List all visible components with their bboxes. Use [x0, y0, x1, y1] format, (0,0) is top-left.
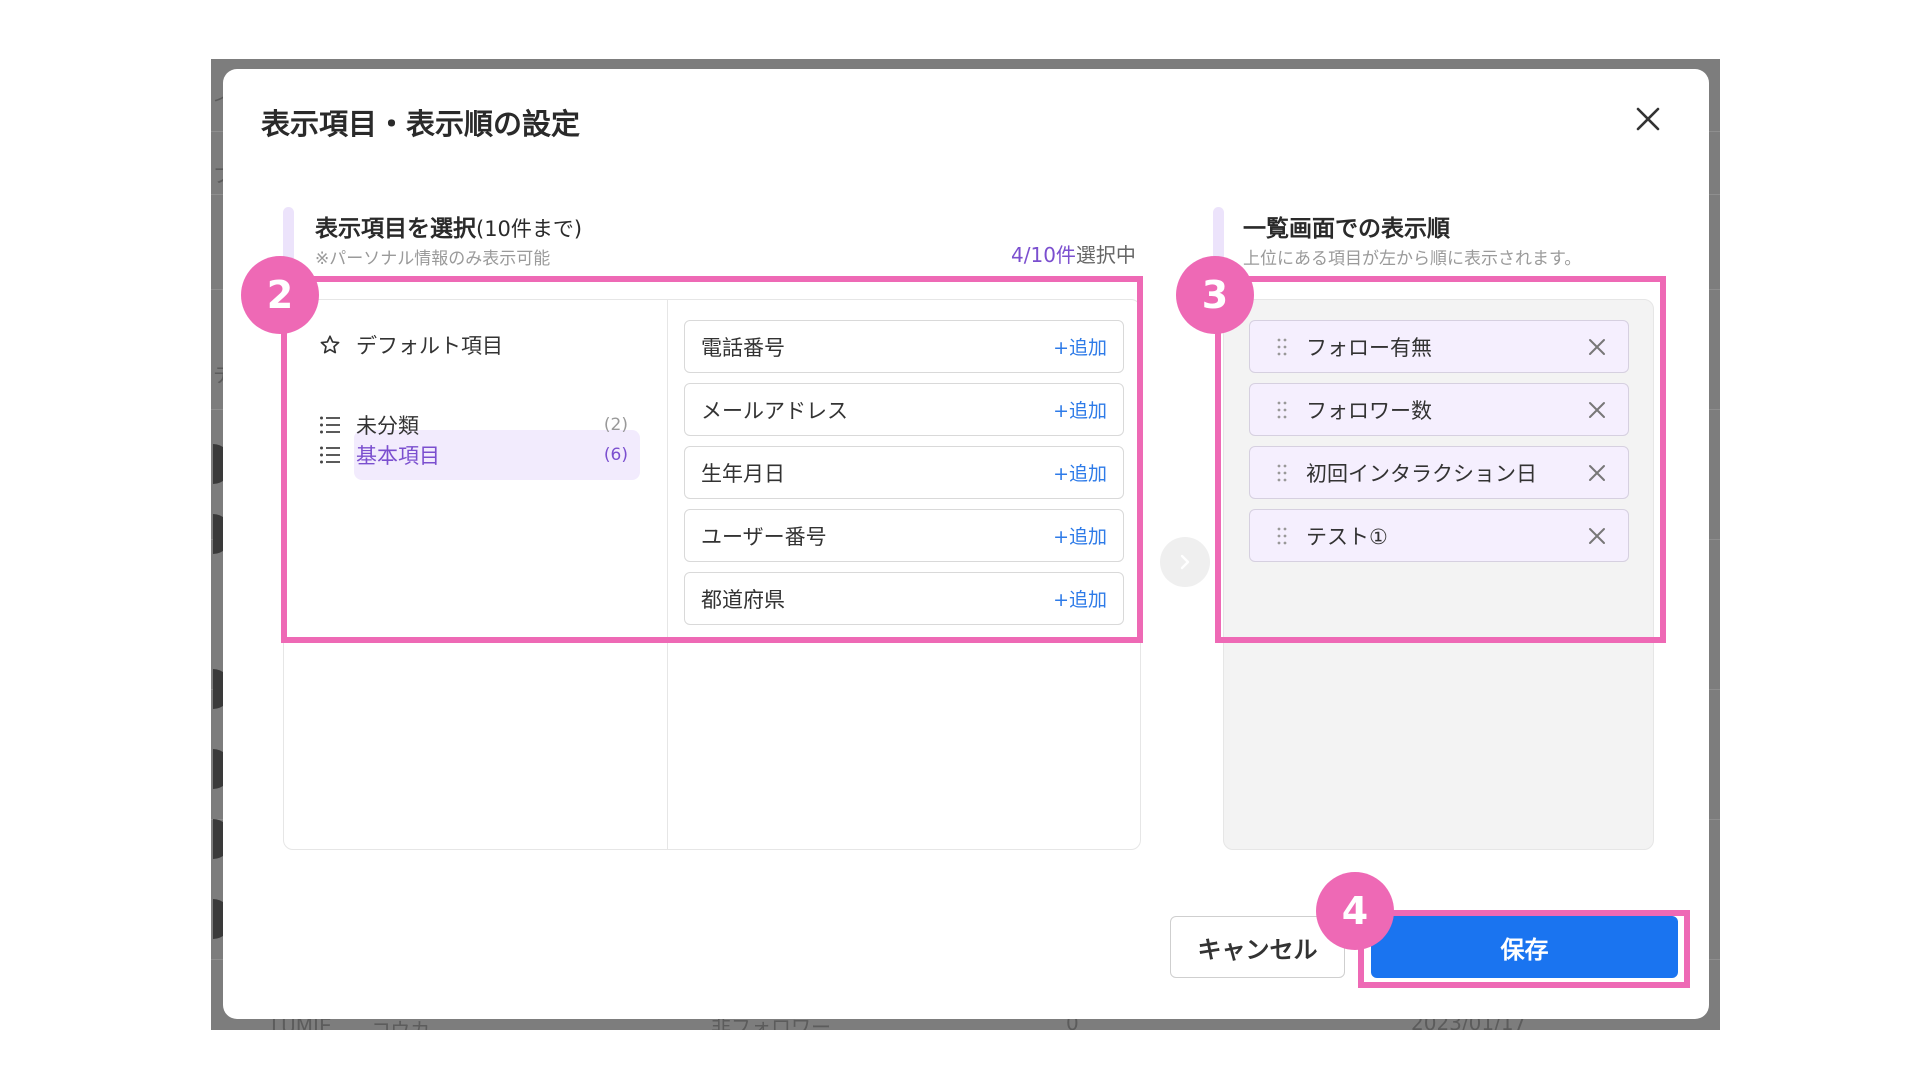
field-row: メールアドレス +追加 [684, 383, 1124, 436]
field-row: ユーザー番号 +追加 [684, 509, 1124, 562]
category-default[interactable]: デフォルト項目 [318, 320, 638, 370]
category-count: (6) [603, 445, 628, 465]
drag-handle-icon[interactable] [1274, 335, 1290, 359]
order-item-label: 初回インタラクション日 [1306, 461, 1537, 486]
category-label: デフォルト項目 [356, 334, 503, 358]
display-order-panel: フォロー有無 フォロワー数 初回インタラクション日 テスト① [1223, 299, 1654, 850]
chevron-right-icon [1180, 554, 1190, 570]
right-section-note: 上位にある項目が左から順に表示されます。 [1243, 249, 1582, 269]
field-label: 生年月日 [701, 461, 785, 486]
field-label: ユーザー番号 [701, 524, 827, 549]
settings-modal: 表示項目・表示順の設定 表示項目を選択(10件まで) ※パーソナル情報のみ表示可… [223, 69, 1709, 1019]
list-icon [318, 443, 342, 467]
order-item[interactable]: フォロー有無 [1249, 320, 1629, 373]
order-item-label: フォロワー数 [1306, 398, 1432, 423]
right-section-title: 一覧画面での表示順 [1243, 216, 1450, 242]
star-icon [318, 333, 342, 357]
step-badge: 2 [241, 256, 319, 334]
left-section-limit: (10件まで) [476, 217, 583, 241]
add-field-button[interactable]: +追加 [1053, 459, 1107, 486]
close-icon [1589, 401, 1605, 418]
selection-count-suffix: 選択中 [1075, 243, 1136, 267]
category-label: 基本項目 [356, 444, 440, 468]
close-button[interactable] [1628, 99, 1668, 139]
close-icon [1589, 338, 1605, 355]
field-selector-panel: デフォルト項目 未分類 (2) 基本項目 (6) 電話番号 +追加 メールアドレ… [283, 299, 1141, 850]
remove-item-button[interactable] [1584, 397, 1610, 423]
step-badge: 4 [1316, 872, 1394, 950]
order-item-label: テスト① [1306, 524, 1388, 549]
drag-handle-icon[interactable] [1274, 398, 1290, 422]
add-field-button[interactable]: +追加 [1053, 585, 1107, 612]
field-row: 電話番号 +追加 [684, 320, 1124, 373]
order-item[interactable]: フォロワー数 [1249, 383, 1629, 436]
drag-handle-icon[interactable] [1274, 461, 1290, 485]
left-section-title-text: 表示項目を選択 [315, 216, 476, 242]
category-basic[interactable]: 基本項目 (6) [318, 430, 638, 480]
field-row: 都道府県 +追加 [684, 572, 1124, 625]
save-button[interactable]: 保存 [1371, 916, 1678, 978]
order-item[interactable]: テスト① [1249, 509, 1629, 562]
order-item-label: フォロー有無 [1306, 335, 1432, 360]
left-section-title: 表示項目を選択(10件まで) [315, 209, 582, 243]
category-divider [667, 300, 668, 849]
field-label: 都道府県 [701, 587, 785, 612]
close-icon [1589, 527, 1605, 544]
close-icon [1589, 464, 1605, 481]
selection-count: 4/10件選択中 [1011, 239, 1136, 268]
selection-count-value: 4/10件 [1011, 243, 1076, 267]
field-label: メールアドレス [701, 398, 848, 423]
field-row: 生年月日 +追加 [684, 446, 1124, 499]
left-section-note: ※パーソナル情報のみ表示可能 [315, 249, 551, 269]
remove-item-button[interactable] [1584, 523, 1610, 549]
remove-item-button[interactable] [1584, 334, 1610, 360]
add-field-button[interactable]: +追加 [1053, 522, 1107, 549]
modal-title: 表示項目・表示順の設定 [261, 107, 581, 141]
move-right-button[interactable] [1160, 537, 1210, 587]
drag-handle-icon[interactable] [1274, 524, 1290, 548]
remove-item-button[interactable] [1584, 460, 1610, 486]
order-item[interactable]: 初回インタラクション日 [1249, 446, 1629, 499]
close-icon [1636, 107, 1660, 131]
step-badge: 3 [1176, 256, 1254, 334]
field-label: 電話番号 [701, 335, 785, 360]
add-field-button[interactable]: +追加 [1053, 333, 1107, 360]
add-field-button[interactable]: +追加 [1053, 396, 1107, 423]
